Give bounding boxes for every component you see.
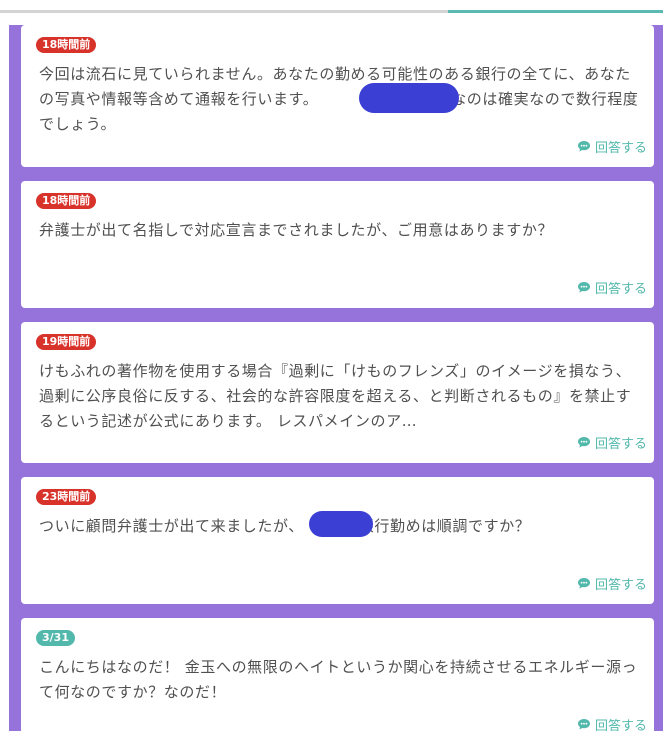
comment-icon bbox=[577, 282, 590, 293]
question-card: 19時間前 けもふれの著作物を使用する場合『過剰に「けものフレンズ」のイメージを… bbox=[21, 322, 654, 463]
progress-fill bbox=[448, 10, 663, 13]
comment-icon bbox=[577, 437, 590, 448]
comment-icon bbox=[577, 141, 590, 152]
question-card: 18時間前 今回は流石に見ていられません。あなたの勤める可能性のある銀行の全てに… bbox=[21, 25, 654, 167]
time-badge: 23時間前 bbox=[36, 489, 97, 505]
time-badge: 19時間前 bbox=[36, 334, 97, 350]
redaction-mark bbox=[309, 511, 373, 537]
question-feed: 18時間前 今回は流石に見ていられません。あなたの勤める可能性のある銀行の全てに… bbox=[9, 25, 663, 731]
comment-icon bbox=[577, 578, 590, 589]
answer-button[interactable]: 回答する bbox=[577, 137, 647, 156]
answer-button[interactable]: 回答する bbox=[577, 433, 647, 452]
answer-label: 回答する bbox=[594, 719, 647, 731]
answer-button[interactable]: 回答する bbox=[577, 715, 647, 731]
comment-icon bbox=[577, 719, 590, 730]
question-text: こんにちはなのだ！ 金玉への無限のヘイトというか関心を持続させるエネルギー源って… bbox=[39, 658, 638, 701]
time-badge: 3/31 bbox=[36, 630, 75, 646]
time-badge: 18時間前 bbox=[36, 37, 97, 53]
answer-label: 回答する bbox=[594, 437, 647, 452]
answer-label: 回答する bbox=[594, 578, 647, 593]
answer-button[interactable]: 回答する bbox=[577, 574, 647, 593]
question-text: けもふれの著作物を使用する場合『過剰に「けものフレンズ」のイメージを損なう、過剰… bbox=[39, 362, 632, 430]
redaction-mark bbox=[359, 83, 459, 113]
time-badge: 18時間前 bbox=[36, 193, 97, 209]
answer-label: 回答する bbox=[594, 141, 647, 156]
question-card: 3/31 こんにちはなのだ！ 金玉への無限のヘイトというか関心を持続させるエネル… bbox=[21, 618, 654, 731]
progress-bar bbox=[0, 0, 663, 13]
question-card: 18時間前 弁護士が出て名指しで対応宣言までされましたが、ご用意はありますか？ … bbox=[21, 181, 654, 308]
question-text: 弁護士が出て名指しで対応宣言までされましたが、ご用意はありますか？ bbox=[39, 221, 554, 239]
answer-label: 回答する bbox=[594, 282, 647, 297]
question-card: 23時間前 ついに顧問弁護士が出て来ましたが、 銀行勤めは順調ですか？ 回答する bbox=[21, 477, 654, 604]
answer-button[interactable]: 回答する bbox=[577, 278, 647, 297]
question-text: 今回は流石に見ていられません。あなたの勤める可能性のある銀行の全てに、あなたの写… bbox=[39, 65, 639, 133]
